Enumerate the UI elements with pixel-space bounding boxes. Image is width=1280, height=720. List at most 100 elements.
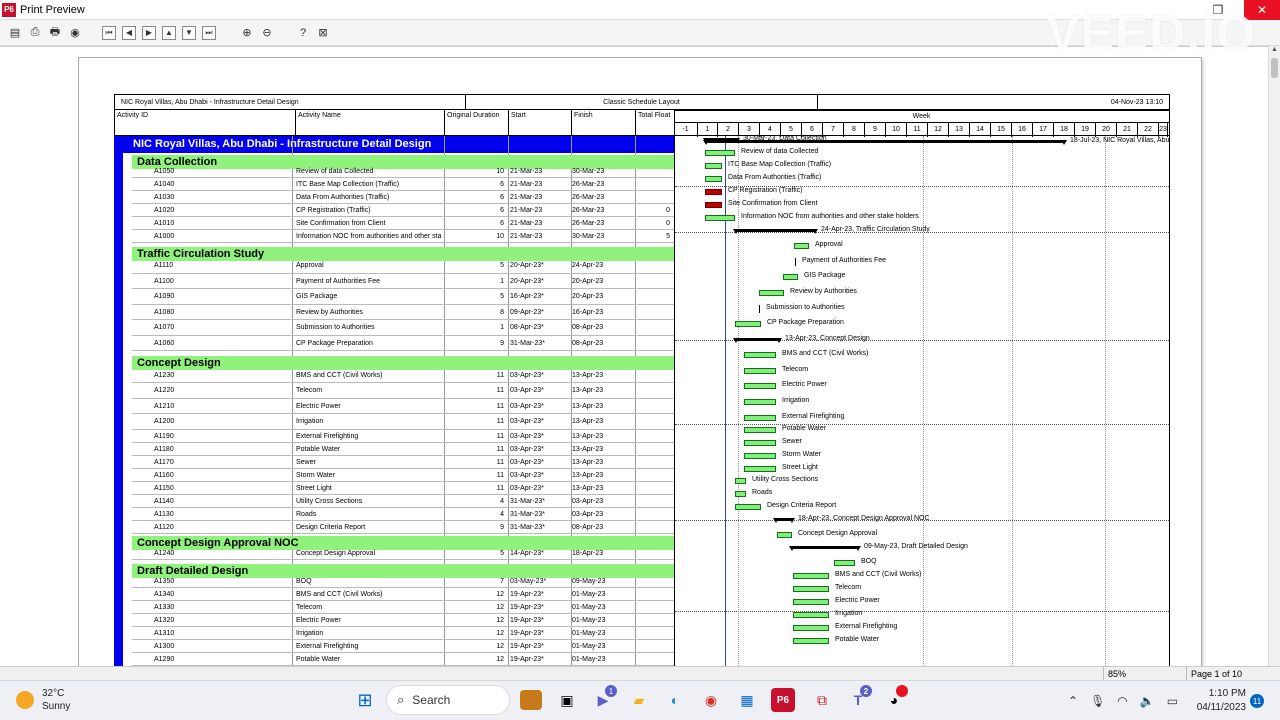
start-icon[interactable]: ⊞ (350, 685, 380, 715)
wifi-icon[interactable]: ◠ (1117, 694, 1127, 708)
activity-row[interactable]: A1340 BMS and CCT (Civil Works) 12 19-Apr-2… (132, 588, 674, 601)
activity-row[interactable]: A1000 Information NOC from authorities an… (132, 230, 674, 243)
activity-row[interactable]: A1240 Concept Design Approval 5 14-Apr-23* 1… (132, 547, 674, 560)
battery-icon[interactable]: ▭ (1167, 694, 1178, 708)
activity-row[interactable]: A1110 Approval 5 20-Apr-23* 24-Apr-23 (132, 258, 674, 274)
chrome-icon[interactable]: ◉ (696, 685, 726, 715)
activity-bar[interactable] (744, 352, 776, 358)
print-icon[interactable]: 🖶 (46, 24, 64, 42)
task-view-icon[interactable]: ▣ (552, 685, 582, 715)
print-preview-icon[interactable]: ⎙ (26, 24, 44, 42)
activity-row[interactable]: A1160 Storm Water 11 03-Apr-23* 13-Apr-23 (132, 469, 674, 482)
volume-icon[interactable]: 🔈 (1140, 694, 1155, 708)
previous-page-icon[interactable]: ◀ (122, 25, 136, 40)
publish-icon[interactable]: ◉ (66, 24, 84, 42)
activity-bar[interactable] (744, 415, 776, 421)
last-page-icon[interactable]: ⏭ (202, 25, 216, 40)
file-explorer-icon[interactable]: ▰ (624, 685, 654, 715)
activity-row[interactable]: A1010 Site Confirmation from Client 6 21-Ma… (132, 217, 674, 230)
edge-icon[interactable]: ◐ (660, 685, 690, 715)
help-icon[interactable]: ? (294, 24, 312, 42)
activity-bar[interactable] (705, 189, 722, 195)
activity-bar[interactable] (793, 599, 829, 605)
activity-bar[interactable] (793, 586, 829, 592)
activity-bar[interactable] (735, 504, 761, 510)
activity-bar[interactable] (744, 383, 776, 389)
activity-row[interactable]: A1330 Telecom 12 19-Apr-23* 01-May-23 (132, 601, 674, 614)
close-icon[interactable]: ✕ (1244, 0, 1280, 20)
weather-widget[interactable]: 32°C Sunny (16, 687, 70, 713)
store-icon[interactable]: ▦ (732, 685, 762, 715)
activity-row[interactable]: A1350 BOQ 7 03-May-23* 09-May-23 (132, 575, 674, 588)
teams-icon[interactable]: T2 (843, 685, 873, 715)
activity-row[interactable]: A1090 GIS Package 5 16-Apr-23* 20-Apr-23 (132, 289, 674, 305)
activity-bar[interactable] (705, 202, 722, 208)
activity-bar[interactable] (759, 305, 760, 313)
activity-bar[interactable] (834, 560, 855, 566)
down-icon[interactable]: ▼ (182, 25, 196, 40)
next-page-icon[interactable]: ▶ (142, 25, 156, 40)
activity-bar[interactable] (794, 243, 809, 249)
wbs-summary-bar[interactable] (703, 138, 740, 143)
notification-badge[interactable]: 11 (1250, 694, 1264, 708)
activity-row[interactable]: A1080 Review by Authorities 8 09-Apr-23* 16-… (132, 305, 674, 320)
activity-row[interactable]: A1300 External Firefighting 12 19-Apr-23* 01… (132, 640, 674, 653)
wbs-summary-bar[interactable] (789, 546, 861, 551)
page-setup-icon[interactable]: ▤ (6, 24, 24, 42)
activity-row[interactable]: A1050 Review of data Collected 10 21-Mar-23… (132, 165, 674, 178)
clock[interactable]: 1:10 PM 04/11/2023 (1186, 687, 1246, 715)
zoom-in-icon[interactable]: ⊕ (238, 24, 256, 42)
chevron-up-icon[interactable]: ⌃ (1068, 694, 1078, 708)
activity-bar[interactable] (744, 453, 776, 459)
activity-bar[interactable] (735, 321, 761, 327)
activity-bar[interactable] (793, 625, 829, 631)
wbs-summary-bar[interactable] (733, 229, 818, 234)
activity-row[interactable]: A1020 CP Registration (Traffic) 6 21-Mar-23… (132, 204, 674, 217)
restore-icon[interactable]: ❐ (1200, 0, 1236, 20)
activity-row[interactable]: A1320 Electric Power 12 19-Apr-23* 01-May-23 (132, 614, 674, 627)
activity-row[interactable]: A1290 Potable Water 12 19-Apr-23* 01-May-23 (132, 653, 674, 666)
activity-bar[interactable] (783, 274, 798, 280)
activity-bar[interactable] (759, 290, 784, 296)
activity-bar[interactable] (795, 258, 796, 266)
activity-row[interactable]: A1190 External Firefighting 11 03-Apr-23* 13… (132, 430, 674, 443)
activity-bar[interactable] (777, 532, 792, 538)
briefcase-icon[interactable] (520, 690, 542, 710)
activity-bar[interactable] (744, 427, 776, 433)
activity-row[interactable]: A1230 BMS and CCT (Civil Works) 11 03-Apr-2… (132, 368, 674, 383)
microphone-icon[interactable]: 🎙 (1090, 694, 1105, 708)
activity-row[interactable]: A1040 ITC Base Map Collection (Traffic) 6 2… (132, 178, 674, 191)
activity-row[interactable]: A1100 Payment of Authorities Fee 1 20-Apr-2… (132, 274, 674, 289)
meet-icon[interactable]: ▶ 1 (588, 685, 618, 715)
activity-bar[interactable] (744, 368, 776, 374)
zoom-out-icon[interactable]: ⊖ (258, 24, 276, 42)
activity-bar[interactable] (744, 440, 776, 446)
activity-row[interactable]: A1030 Data From Authorities (Traffic) 6 21-… (132, 191, 674, 204)
activity-bar[interactable] (735, 491, 746, 497)
activity-row[interactable]: A1120 Design Criteria Report 9 31-Mar-23* 08… (132, 521, 674, 534)
wbs-summary-bar[interactable] (733, 338, 782, 343)
vertical-scrollbar[interactable]: ▲ (1268, 46, 1280, 666)
activity-bar[interactable] (705, 215, 735, 221)
activity-bar[interactable] (705, 163, 722, 169)
activity-bar[interactable] (744, 466, 776, 472)
activity-row[interactable]: A1210 Electric Power 11 03-Apr-23* 13-Apr-23 (132, 399, 674, 414)
activity-bar[interactable] (744, 399, 776, 405)
activity-row[interactable]: A1200 Irrigation 11 03-Apr-23* 13-Apr-23 (132, 414, 674, 430)
activity-bar[interactable] (735, 478, 746, 484)
search-input[interactable]: ⌕ Search (386, 685, 510, 715)
activity-row[interactable]: A1220 Telecom 11 03-Apr-23* 13-Apr-23 (132, 383, 674, 399)
activity-bar[interactable] (793, 612, 829, 618)
activity-row[interactable]: A1180 Potable Water 11 03-Apr-23* 13-Apr-23 (132, 443, 674, 456)
activity-row[interactable]: A1150 Street Light 11 03-Apr-23* 13-Apr-23 (132, 482, 674, 495)
p6-taskbar-icon[interactable]: P6 (771, 688, 795, 712)
close-preview-icon[interactable]: ⊠ (314, 24, 332, 42)
acrobat-icon[interactable]: ⧉ (807, 685, 837, 715)
activity-row[interactable]: A1070 Submission to Authorities 1 08-Apr-23… (132, 320, 674, 336)
activity-bar[interactable] (793, 573, 829, 579)
activity-row[interactable]: A1130 Roads 4 31-Mar-23* 03-Apr-23 (132, 508, 674, 521)
activity-bar[interactable] (705, 176, 722, 182)
activity-row[interactable]: A1140 Utility Cross Sections 4 31-Mar-23* 03… (132, 495, 674, 508)
scroll-up-icon[interactable]: ▲ (1269, 46, 1280, 58)
up-icon[interactable]: ▲ (162, 25, 176, 40)
